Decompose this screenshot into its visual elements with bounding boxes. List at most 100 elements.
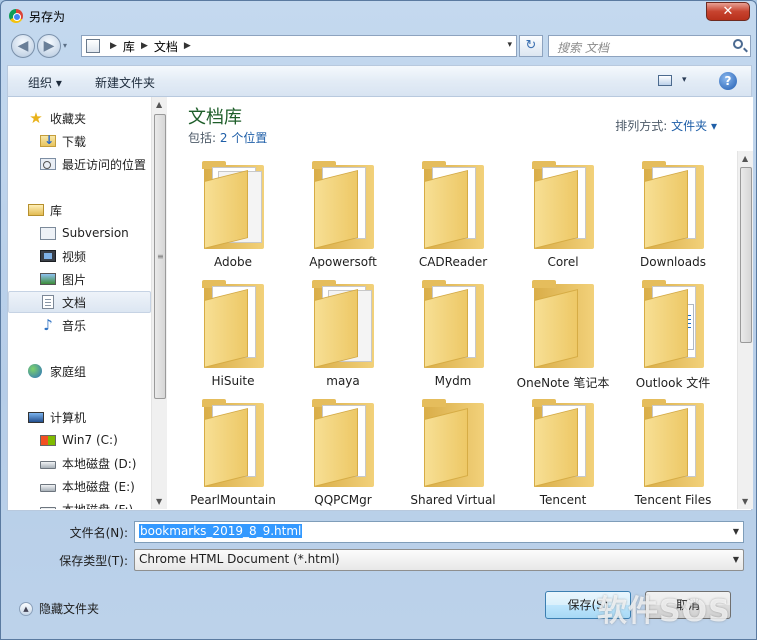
close-button[interactable]: ✕ xyxy=(706,2,750,21)
address-bar[interactable]: ▶ 库 ▶ 文档 ▶ ▾ xyxy=(81,35,517,57)
sidebar-item-pictures[interactable]: 图片 xyxy=(8,268,151,290)
arrange-by-dropdown[interactable]: 文件夹 ▾ xyxy=(671,119,717,133)
sidebar-item-label: 家庭组 xyxy=(50,364,87,379)
scroll-grip-icon: ≡ xyxy=(157,252,164,261)
sidebar-item-label: 计算机 xyxy=(50,410,87,425)
folder-name: Mydm xyxy=(434,374,472,388)
folder-icon xyxy=(642,161,704,249)
scroll-up-icon[interactable]: ▲ xyxy=(156,100,162,109)
forward-button[interactable]: ▶ xyxy=(37,34,61,58)
chevron-up-icon: ▲ xyxy=(19,601,33,616)
folder-item[interactable]: Tencent Files xyxy=(618,395,728,509)
file-list-pane: 文档库 包括: 2 个位置 排列方式: 文件夹 ▾ Adobe Apowersof… xyxy=(168,97,753,509)
videos-icon xyxy=(40,250,56,262)
recent-pages-dropdown[interactable]: ▾ xyxy=(63,41,67,50)
sidebar-item-videos[interactable]: 视频 xyxy=(8,245,151,267)
sidebar-item-downloads[interactable]: 下载 xyxy=(8,130,151,152)
sidebar-item-drive-c[interactable]: Win7 (C:) xyxy=(8,429,151,451)
breadcrumb-separator-icon[interactable]: ▶ xyxy=(110,41,117,51)
sidebar-item-label: Win7 (C:) xyxy=(62,433,118,447)
sidebar-item-label: 音乐 xyxy=(62,318,87,333)
sidebar-scrollbar[interactable]: ▲ ≡ ▼ xyxy=(151,97,167,509)
sidebar-item-homegroup[interactable]: 家庭组 xyxy=(8,360,151,382)
back-button[interactable]: ◀ xyxy=(11,34,35,58)
breadcrumb-libraries[interactable]: 库 xyxy=(123,38,135,55)
navigation-pane: ★ 收藏夹 下载 最近访问的位置 库 Subversion 视频 xyxy=(8,97,151,509)
search-input[interactable]: 搜索 文档 xyxy=(548,35,751,57)
filetype-select[interactable]: Chrome HTML Document (*.html) ▼ xyxy=(134,549,744,571)
disk-drive-icon xyxy=(40,460,56,469)
disk-drive-icon xyxy=(40,506,56,509)
folder-item[interactable]: Outlook 文件 xyxy=(618,276,728,395)
search-icon[interactable] xyxy=(733,39,743,49)
sidebar-item-label: 收藏夹 xyxy=(50,111,87,126)
libraries-icon xyxy=(28,204,44,216)
folder-item[interactable]: Tencent xyxy=(508,395,618,509)
sidebar-item-label: 图片 xyxy=(62,272,87,287)
sidebar-item-documents[interactable]: 文档 xyxy=(8,291,151,313)
sidebar-item-label: 本地磁盘 (D:) xyxy=(62,456,137,471)
sidebar-item-libraries[interactable]: 库 xyxy=(8,199,151,221)
sidebar-item-drive-e[interactable]: 本地磁盘 (E:) xyxy=(8,475,151,497)
documents-icon xyxy=(42,295,54,309)
scroll-down-icon[interactable]: ▼ xyxy=(156,497,162,506)
folder-item[interactable]: maya xyxy=(288,276,398,395)
folder-item[interactable]: QQPCMgr xyxy=(288,395,398,509)
sidebar-item-subversion[interactable]: Subversion xyxy=(8,222,151,244)
folder-item[interactable]: OneNote 笔记本 xyxy=(508,276,618,395)
organize-menu[interactable]: 组织 ▾ xyxy=(28,74,62,91)
library-includes: 包括: 2 个位置 xyxy=(188,129,267,146)
scroll-down-icon[interactable]: ▼ xyxy=(742,497,748,506)
filename-value[interactable]: bookmarks_2019_8_9.html xyxy=(139,524,303,538)
folder-item[interactable]: HiSuite xyxy=(178,276,288,395)
sidebar-item-computer[interactable]: 计算机 xyxy=(8,406,151,428)
library-title: 文档库 xyxy=(188,107,242,128)
sidebar-item-drive-f[interactable]: 本地磁盘 (F:) xyxy=(8,498,151,509)
content-scrollbar[interactable]: ▲ ▼ xyxy=(737,151,753,509)
address-history-dropdown[interactable]: ▾ xyxy=(507,40,512,50)
breadcrumb-separator-icon[interactable]: ▶ xyxy=(141,41,148,51)
folder-icon xyxy=(532,399,594,487)
filename-input[interactable]: bookmarks_2019_8_9.html ▼ xyxy=(134,521,744,543)
folder-icon xyxy=(312,399,374,487)
help-icon[interactable]: ? xyxy=(719,72,737,90)
window-title: 另存为 xyxy=(29,10,66,24)
folder-icon xyxy=(202,161,264,249)
new-folder-button[interactable]: 新建文件夹 xyxy=(95,74,155,91)
folder-item[interactable]: Mydm xyxy=(398,276,508,395)
sidebar-item-label: 文档 xyxy=(62,295,87,310)
sidebar-item-favorites[interactable]: ★ 收藏夹 xyxy=(8,107,151,129)
folder-icon xyxy=(642,280,704,368)
sidebar-item-label: Subversion xyxy=(62,226,129,240)
sidebar-item-drive-d[interactable]: 本地磁盘 (D:) xyxy=(8,452,151,474)
folder-item[interactable]: PearlMountain xyxy=(178,395,288,509)
folder-name: OneNote 笔记本 xyxy=(516,376,610,390)
system-drive-icon xyxy=(40,434,56,446)
refresh-button[interactable]: ↻ xyxy=(519,35,543,57)
breadcrumb-separator-icon[interactable]: ▶ xyxy=(184,41,191,51)
filetype-label: 保存类型(T): xyxy=(59,554,128,568)
folder-name: Downloads xyxy=(640,255,706,269)
filename-dropdown-icon[interactable]: ▼ xyxy=(733,527,739,536)
scroll-up-icon[interactable]: ▲ xyxy=(742,154,748,163)
folder-item[interactable]: Corel xyxy=(508,157,618,276)
sidebar-item-music[interactable]: ♪ 音乐 xyxy=(8,314,151,336)
save-as-dialog: 另存为 ✕ ◀ ▶ ▾ ▶ 库 ▶ 文档 ▶ ▾ ↻ 搜索 文档 组织 ▾ 新建… xyxy=(0,0,757,640)
hide-folders-toggle[interactable]: ▲ 隐藏文件夹 xyxy=(19,600,99,617)
title-bar[interactable]: 另存为 ✕ xyxy=(1,1,756,31)
filetype-dropdown-icon[interactable]: ▼ xyxy=(733,555,739,564)
folder-item[interactable]: CADReader xyxy=(398,157,508,276)
includes-locations-link[interactable]: 2 个位置 xyxy=(220,131,267,145)
folder-item[interactable]: Adobe xyxy=(178,157,288,276)
view-options-dropdown[interactable]: ▾ xyxy=(682,75,687,85)
scrollbar-thumb[interactable] xyxy=(740,167,752,343)
folder-item[interactable]: Downloads xyxy=(618,157,728,276)
sidebar-item-label: 本地磁盘 (E:) xyxy=(62,479,135,494)
sidebar-item-recent-places[interactable]: 最近访问的位置 xyxy=(8,153,151,175)
folder-name: Corel xyxy=(547,255,579,269)
folder-item[interactable]: Apowersoft xyxy=(288,157,398,276)
change-view-icon[interactable] xyxy=(658,75,672,86)
sidebar-item-label: 最近访问的位置 xyxy=(62,157,147,172)
breadcrumb-documents[interactable]: 文档 xyxy=(154,38,178,55)
folder-item[interactable]: Shared Virtual xyxy=(398,395,508,509)
